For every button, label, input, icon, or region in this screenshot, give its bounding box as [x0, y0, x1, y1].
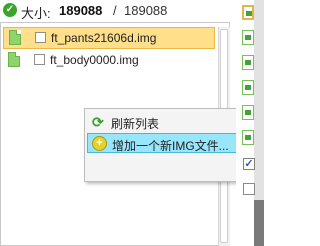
size-bar: ✓ 大小: 189088 / 189088 [0, 0, 232, 22]
file-row[interactable]: ft_body0000.img [3, 50, 215, 72]
ok-status-icon: ✓ [3, 3, 17, 17]
size-current: 189088 [59, 3, 103, 18]
context-menu: ⟳ 刷新列表 + 增加一个新IMG文件... [84, 108, 240, 182]
document-icon[interactable] [242, 130, 254, 145]
right-checkbox-checked[interactable]: ✓ [243, 158, 255, 170]
size-separator: / [113, 3, 117, 18]
document-icon[interactable] [242, 5, 254, 20]
size-label: 大小: [21, 6, 51, 21]
file-row-selected[interactable]: ft_pants21606d.img [3, 27, 215, 49]
file-checkbox[interactable] [35, 32, 46, 43]
document-icon[interactable] [242, 105, 254, 120]
file-checkbox[interactable] [34, 54, 45, 65]
right-checkbox[interactable] [243, 183, 255, 195]
file-name: ft_pants21606d.img [51, 31, 157, 45]
menu-item-label: 增加一个新IMG文件... [112, 139, 229, 153]
refresh-icon: ⟳ [92, 114, 104, 130]
menu-item-refresh-list[interactable]: ⟳ 刷新列表 [87, 112, 237, 132]
menu-item-label: 刷新列表 [111, 117, 160, 131]
right-edge-dark-block [254, 200, 264, 246]
document-icon[interactable] [242, 30, 254, 45]
add-icon: + [92, 136, 107, 151]
document-icon[interactable] [242, 55, 254, 70]
size-total: 189088 [124, 3, 168, 18]
menu-item-add-img-file[interactable]: + 增加一个新IMG文件... [87, 133, 237, 153]
img-file-icon [9, 30, 21, 45]
img-file-icon [8, 52, 20, 67]
file-name: ft_body0000.img [50, 53, 139, 67]
document-icon[interactable] [242, 80, 254, 95]
